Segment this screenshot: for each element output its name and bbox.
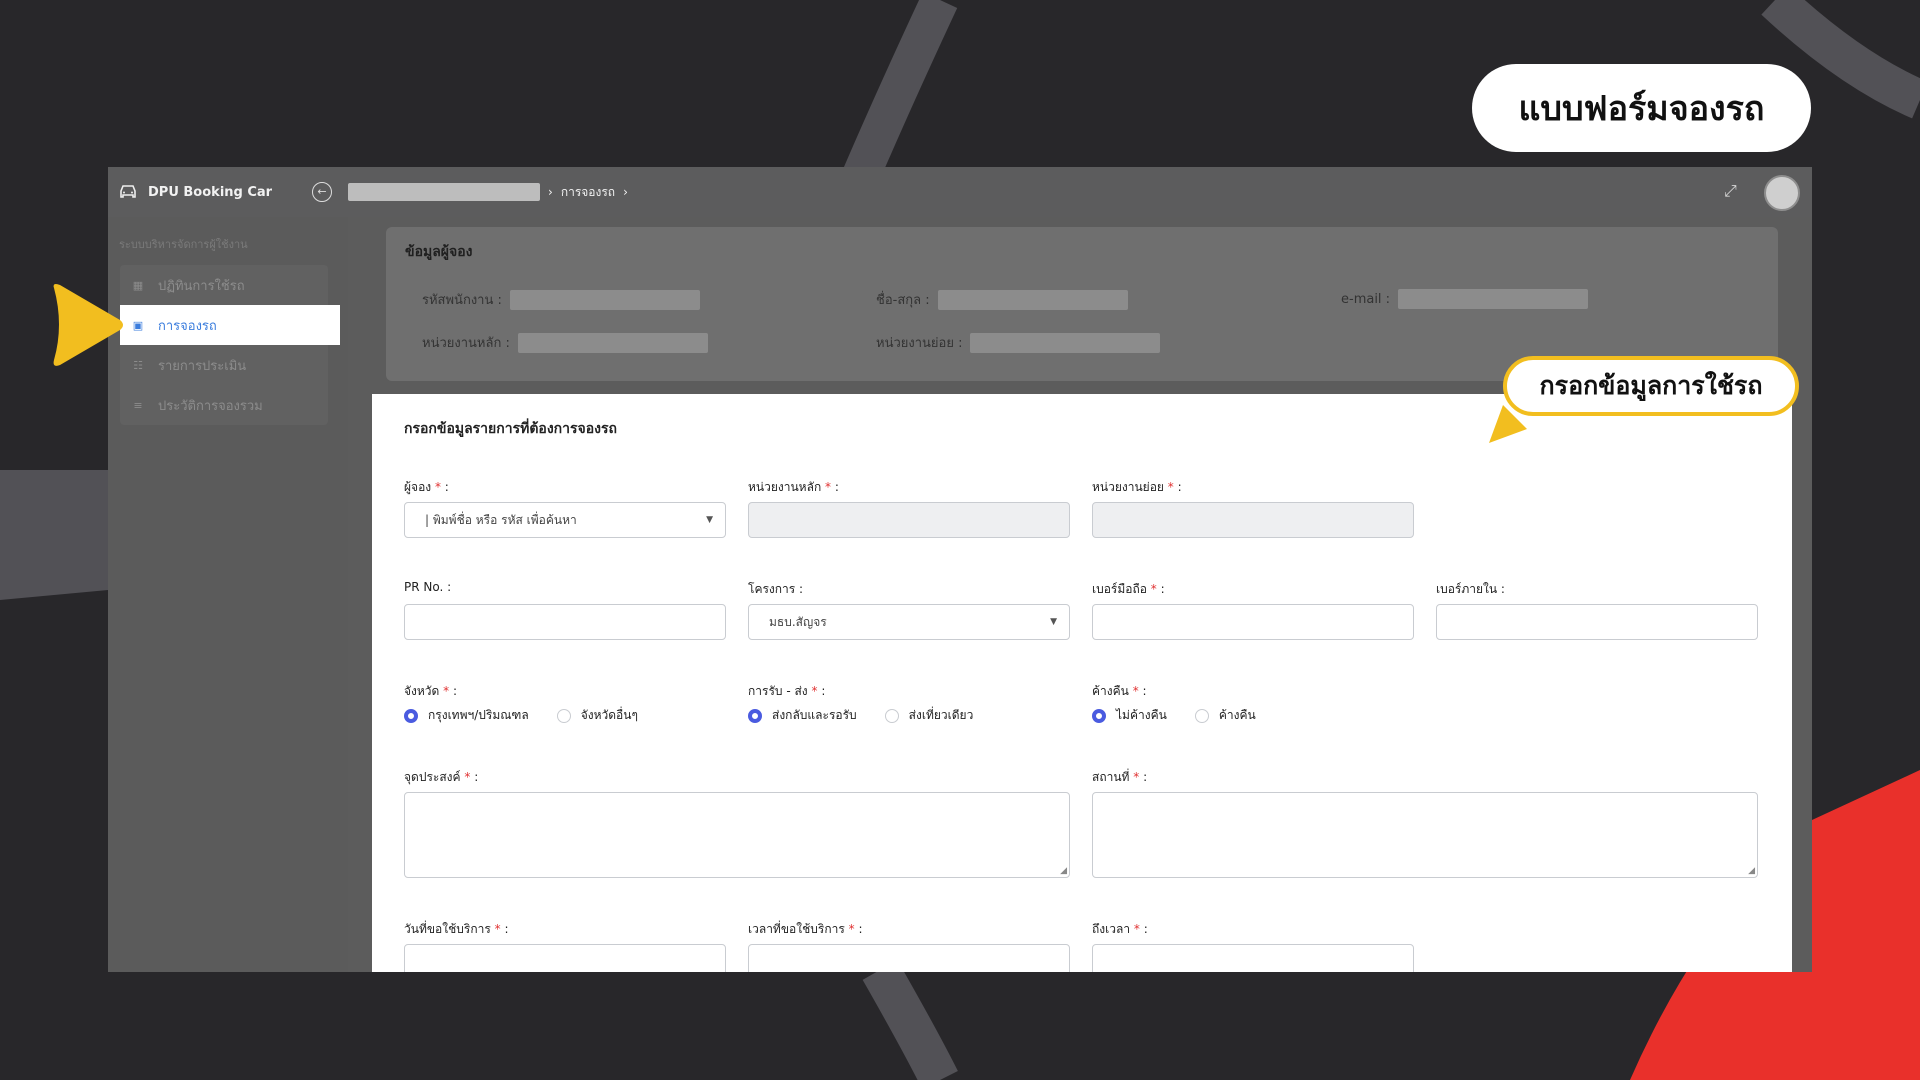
hint-callout: กรอกข้อมูลการใช้รถ [1503,356,1799,416]
car-icon [120,185,136,198]
transfer-radio-group: ส่งกลับและรอรับ ส่งเที่ยวเดียว [748,706,991,725]
date-input[interactable] [404,944,726,972]
main-content: ข้อมูลผู้จอง รหัสพนักงาน : ชื่อ-สกุล : e… [348,217,1812,972]
place-label: สถานที่ * : [1092,770,1148,784]
project-label: โครงการ : [748,582,804,596]
overnight-label: ค้างคืน * : [1092,684,1147,698]
place-textarea[interactable]: ◢ [1092,792,1758,878]
form-title: กรอกข้อมูลรายการที่ต้องการจองรถ [404,421,617,437]
overnight-radio-group: ไม่ค้างคืน ค้างคืน [1092,706,1274,725]
internal-phone-label: เบอร์ภายใน : [1436,582,1505,596]
province-radio-group: กรุงเทพฯ/ปริมณฑล จังหวัดอื่นๆ [404,706,656,725]
sub-unit-field [1092,502,1414,538]
brand: DPU Booking Car [118,167,272,217]
project-select[interactable]: มธบ.สัญจร ▼ [748,604,1070,640]
radio-province-other[interactable] [556,708,571,723]
fullname-row: ชื่อ-สกุล : [876,289,1128,310]
sub-unit-redacted [970,332,1161,353]
banner-title: แบบฟอร์มจองรถ [1472,64,1811,152]
callout-tail-icon [1489,405,1527,443]
date-label: วันที่ขอใช้บริการ * : [404,922,509,936]
breadcrumb-current: การจองรถ [560,184,616,199]
collapse-sidebar-icon[interactable]: ← [312,182,332,202]
booking-icon: ▣ [132,318,144,332]
until-time-input[interactable] [1092,944,1414,972]
avatar[interactable] [1764,175,1800,211]
mobile-input[interactable] [1092,604,1414,640]
province-label: จังหวัด * : [404,684,458,698]
caret-down-icon: ▼ [706,515,713,525]
app-window: DPU Booking Car ← › การจองรถ › ⤢ ระบบบริ… [108,167,1812,972]
booker-select[interactable]: | พิมพ์ชื่อ หรือ รหัส เพื่อค้นหา ▼ [404,502,726,538]
list-check-icon: ☷ [133,358,143,372]
top-bar: DPU Booking Car ← › การจองรถ › ⤢ [108,167,1812,217]
radio-transfer-oneway[interactable] [884,708,899,723]
chevron-right-icon: › [548,185,553,199]
radio-no-overnight[interactable] [1092,708,1106,723]
mobile-label: เบอร์มือถือ * : [1092,582,1165,596]
caret-down-icon: ▼ [1050,617,1057,627]
time-input[interactable] [748,944,1070,972]
employee-id-row: รหัสพนักงาน : [422,289,700,310]
booker-info-title: ข้อมูลผู้จอง [405,244,473,260]
transfer-label: การรับ - ส่ง * : [748,684,826,698]
sidebar-item-booking[interactable]: ▣ การจองรถ [120,305,340,345]
sidebar-item-history[interactable]: ≡ ประวัติการจองรวม [120,385,328,425]
sidebar-item-calendar[interactable]: ▦ ปฏิทินการใช้รถ [120,265,328,305]
fullname-redacted [937,289,1128,310]
internal-phone-input[interactable] [1436,604,1758,640]
pointer-arrow-icon [53,284,123,366]
pr-label: PR No. : [404,580,452,594]
sidebar: ระบบบริหารจัดการผู้ใช้งาน ▦ ปฏิทินการใช้… [108,217,348,972]
sub-unit-label: หน่วยงานย่อย * : [1092,480,1182,494]
main-unit-redacted [517,332,708,353]
radio-transfer-roundtrip[interactable] [748,708,762,723]
main-unit-row: หน่วยงานหลัก : [422,332,708,353]
resize-grip-icon[interactable]: ◢ [1060,866,1067,876]
fullscreen-icon[interactable]: ⤢ [1724,181,1737,201]
email-row: e-mail : [1341,289,1589,309]
resize-grip-icon[interactable]: ◢ [1748,866,1755,876]
booker-label: ผู้จอง * : [404,480,449,494]
sub-unit-row: หน่วยงานย่อย : [876,332,1161,353]
radio-overnight[interactable] [1194,708,1209,723]
booking-form: กรอกข้อมูลรายการที่ต้องการจองรถ ผู้จอง *… [372,394,1792,972]
history-list-icon: ≡ [133,398,143,412]
sidebar-menu: ▦ ปฏิทินการใช้รถ ▣ การจองรถ ☷ รายการประเ… [120,265,340,425]
brand-name: DPU Booking Car [148,184,273,200]
calendar-icon: ▦ [132,278,144,292]
breadcrumb-home-redacted[interactable] [348,183,540,201]
employee-id-redacted [509,289,700,310]
sidebar-item-evaluation[interactable]: ☷ รายการประเมิน [120,345,328,385]
main-unit-label: หน่วยงานหลัก * : [748,480,839,494]
chevron-right-icon: › [623,185,628,199]
until-label: ถึงเวลา * : [1092,922,1148,936]
email-redacted [1398,289,1589,309]
main-unit-field [748,502,1070,538]
time-label: เวลาที่ขอใช้บริการ * : [748,922,863,936]
sidebar-caption: ระบบบริหารจัดการผู้ใช้งาน [119,238,248,251]
breadcrumb: › การจองรถ › [348,167,628,217]
pr-input[interactable] [404,604,726,640]
purpose-label: จุดประสงค์ * : [404,770,479,784]
purpose-textarea[interactable]: ◢ [404,792,1070,878]
radio-province-bangkok[interactable] [404,708,418,723]
